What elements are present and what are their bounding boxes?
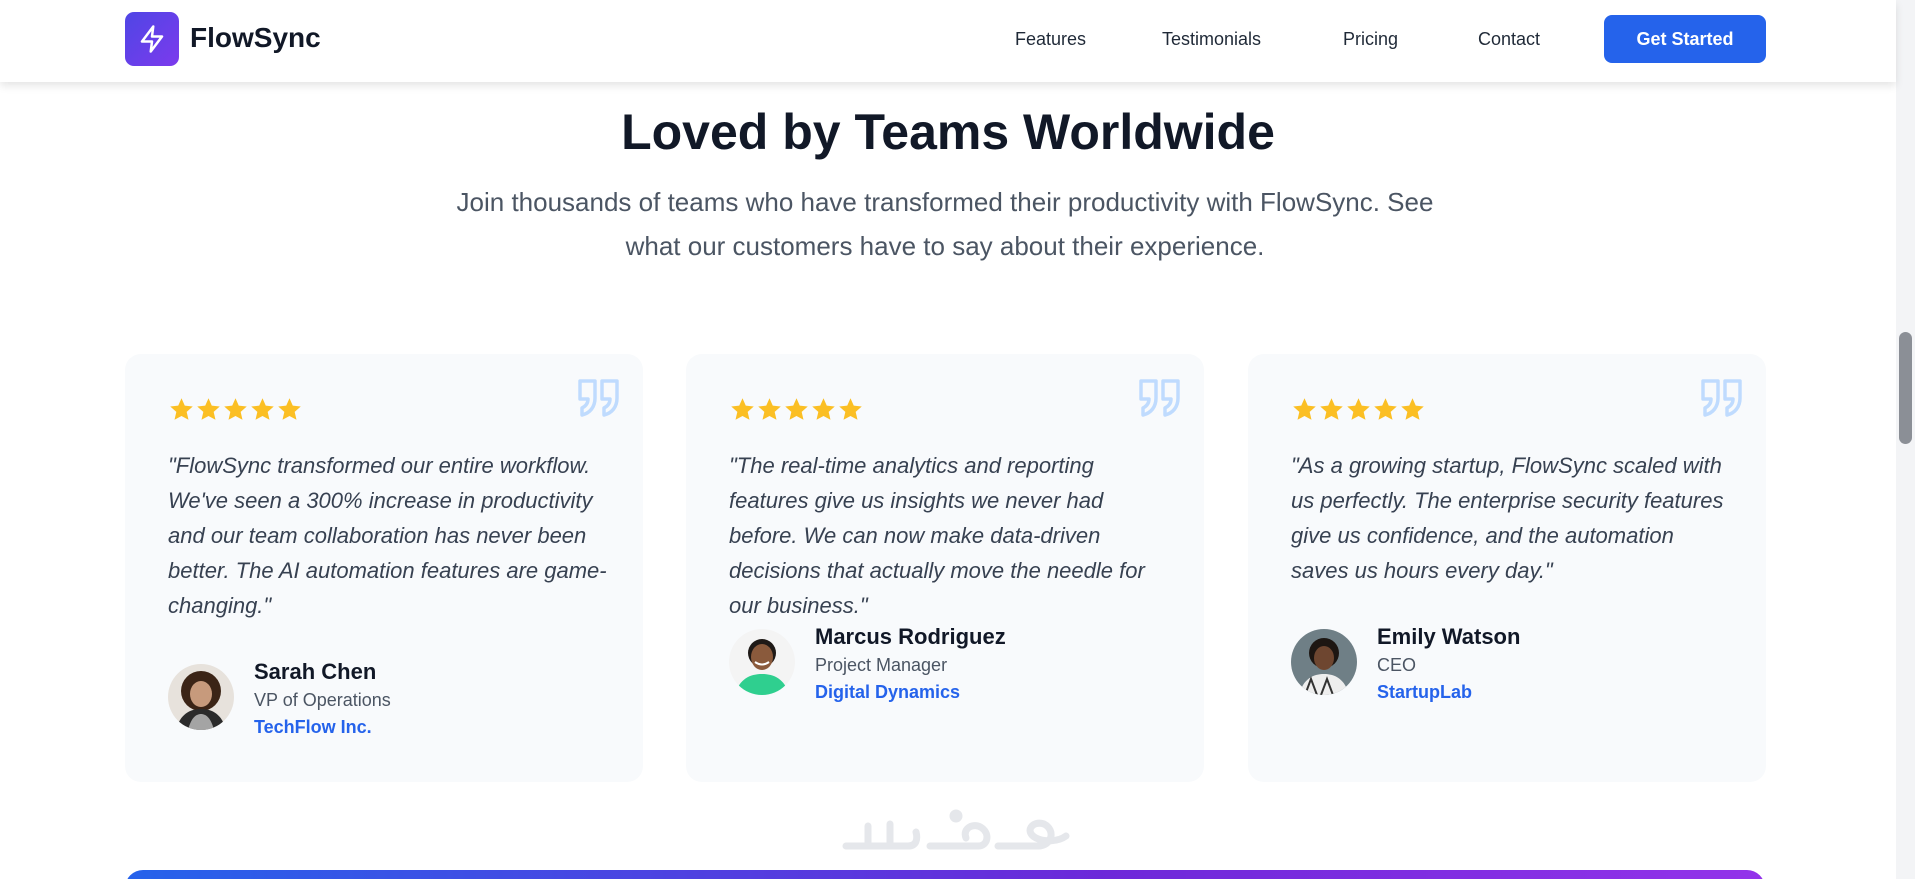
star-icon — [170, 398, 193, 420]
brand-name[interactable]: FlowSync — [190, 22, 321, 54]
person-name: Emily Watson — [1377, 624, 1521, 649]
star-icon — [251, 398, 274, 420]
person-company: TechFlow Inc. — [254, 717, 372, 737]
avatar — [168, 664, 234, 730]
star-icon — [1401, 398, 1424, 420]
cta-banner — [125, 870, 1765, 879]
quote-icon — [1139, 379, 1180, 417]
person-company: Digital Dynamics — [815, 682, 961, 702]
person-company: StartupLab — [1377, 682, 1473, 702]
person-name: Sarah Chen — [254, 659, 377, 684]
testimonial-card: "The real-time analytics and reporting f… — [686, 354, 1204, 782]
testimonial-quote: "The real-time analytics and reporting f… — [729, 453, 1145, 618]
star-rating — [168, 396, 303, 423]
testimonial-quote: "FlowSync transformed our entire workflo… — [168, 453, 607, 618]
nav-testimonials[interactable]: Testimonials — [1162, 29, 1261, 50]
logo-icon[interactable] — [125, 12, 179, 66]
star-icon — [224, 398, 247, 420]
star-icon — [839, 398, 862, 420]
star-icon — [1374, 398, 1397, 420]
quote-icon — [1701, 379, 1742, 417]
star-rating — [729, 396, 864, 423]
star-icon — [197, 398, 220, 420]
get-started-button[interactable]: Get Started — [1604, 15, 1766, 63]
nav-features[interactable]: Features — [1015, 29, 1086, 50]
person-role: VP of Operations — [254, 690, 391, 710]
person-role: CEO — [1377, 655, 1417, 675]
star-rating — [1291, 396, 1426, 423]
person-name: Marcus Rodriguez — [815, 624, 1006, 649]
star-icon — [1347, 398, 1370, 420]
section-title: Loved by Teams Worldwide — [621, 104, 1275, 160]
testimonial-card: "As a growing startup, FlowSync scaled w… — [1248, 354, 1766, 782]
star-icon — [278, 398, 301, 420]
nav-contact[interactable]: Contact — [1478, 29, 1540, 50]
star-icon — [812, 398, 835, 420]
star-icon — [785, 398, 808, 420]
quote-icon — [578, 379, 619, 417]
testimonial-card: "FlowSync transformed our entire workflo… — [125, 354, 643, 782]
avatar — [1291, 629, 1357, 695]
section-subtitle: Join thousands of teams who have transfo… — [456, 187, 1434, 261]
watermark-logo — [842, 809, 1070, 850]
scrollbar-thumb[interactable] — [1899, 332, 1912, 444]
star-icon — [1293, 398, 1316, 420]
testimonial-quote: "As a growing startup, FlowSync scaled w… — [1291, 453, 1724, 583]
avatar — [729, 629, 795, 695]
person-info: Emily Watson CEO StartupLab — [1377, 623, 1520, 705]
person-role: Project Manager — [815, 655, 948, 675]
nav-pricing[interactable]: Pricing — [1343, 29, 1398, 50]
star-icon — [1320, 398, 1343, 420]
person-info: Marcus Rodriguez Project Manager Digital… — [815, 623, 1006, 705]
star-icon — [758, 398, 781, 420]
star-icon — [731, 398, 754, 420]
person-info: Sarah Chen VP of Operations TechFlow Inc… — [254, 658, 391, 740]
site-header: FlowSync Features Testimonials Pricing C… — [0, 0, 1896, 82]
